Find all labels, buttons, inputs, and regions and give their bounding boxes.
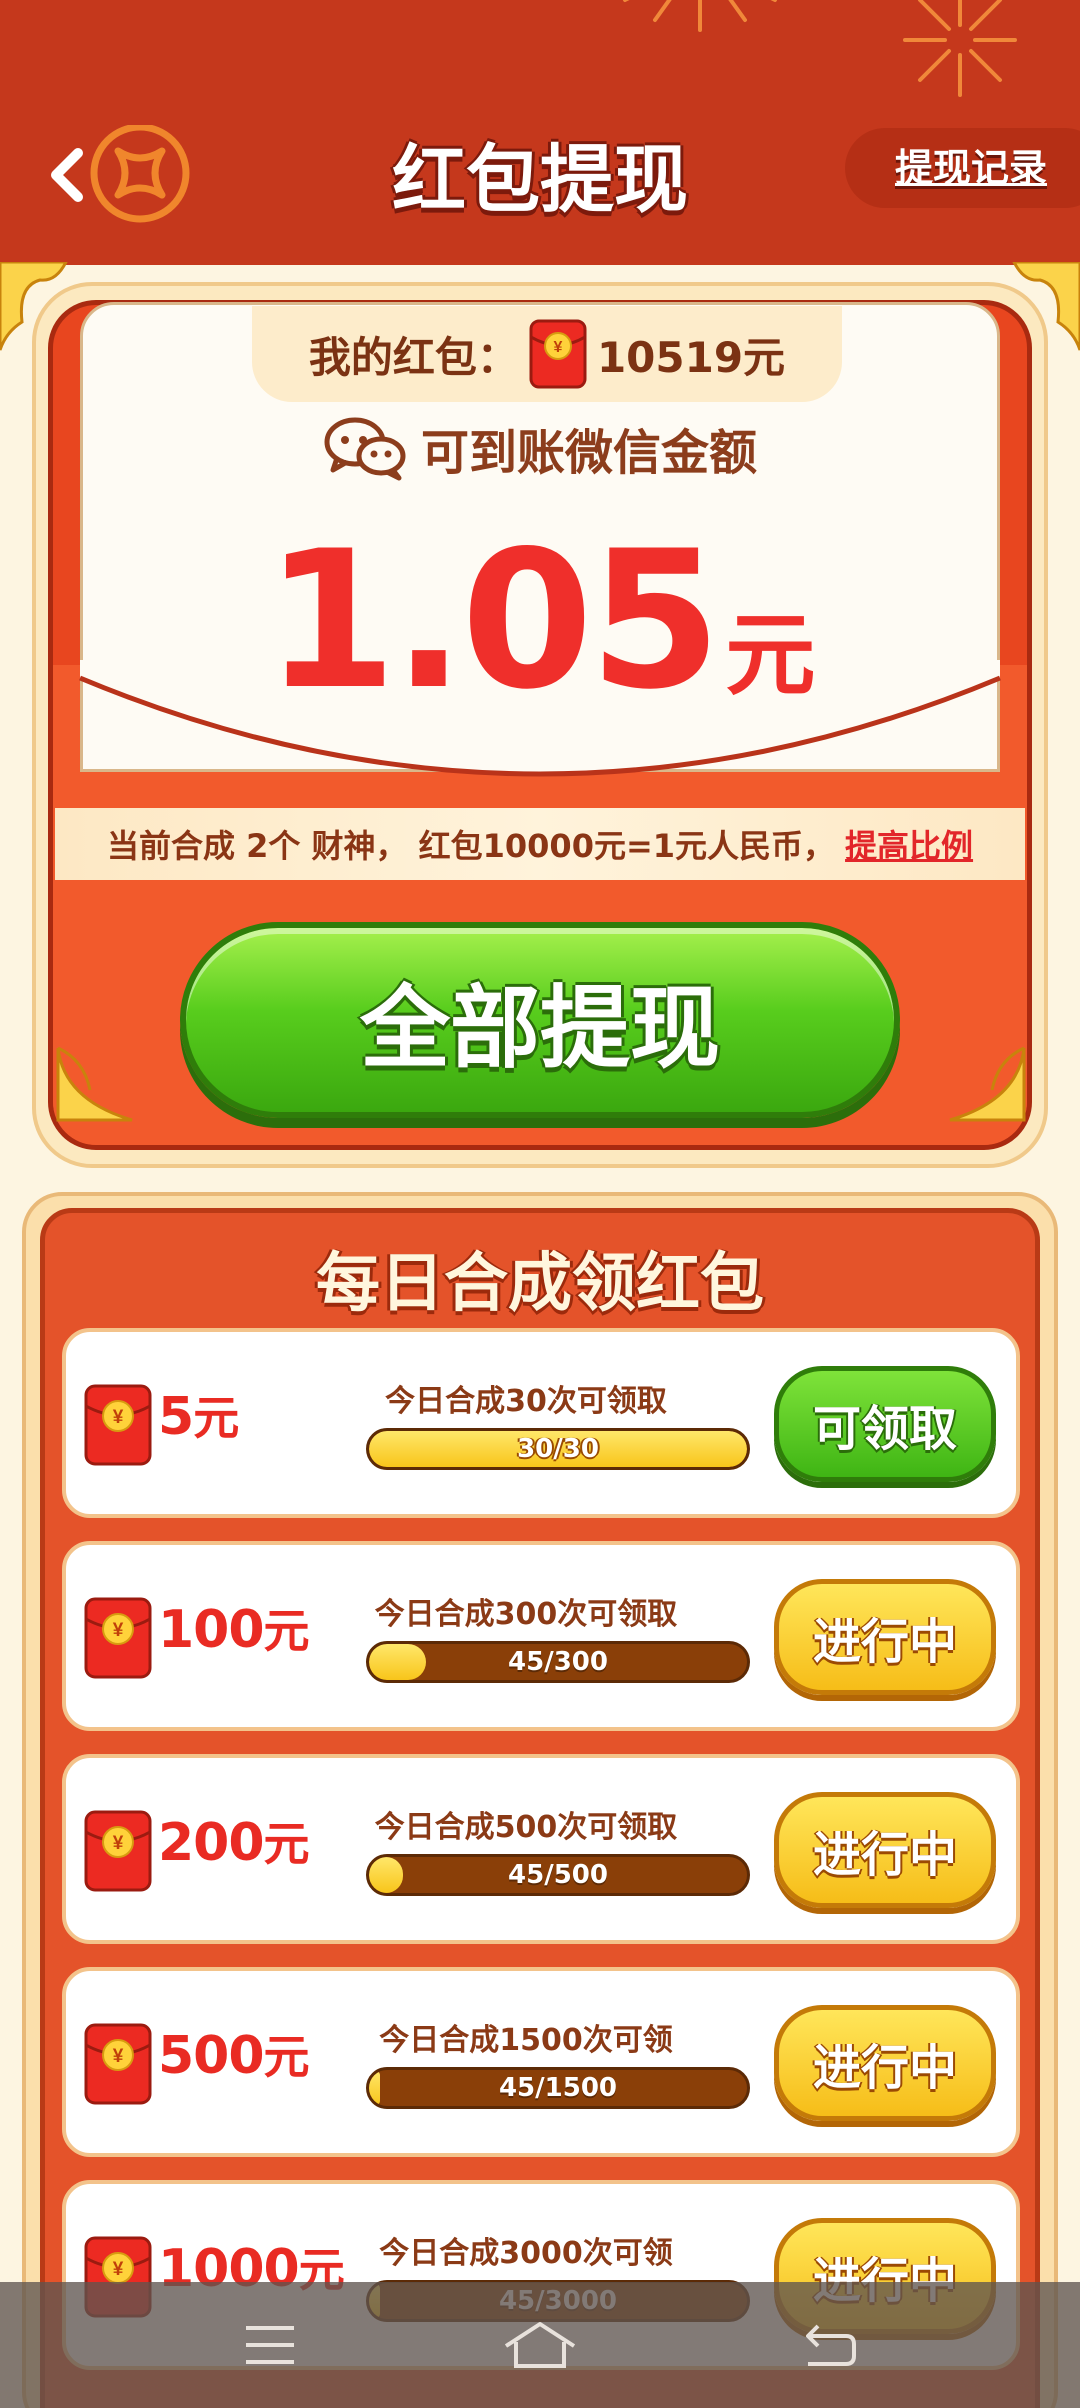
withdraw-all-button[interactable]: 全部提现	[180, 922, 900, 1118]
raise-ratio-link[interactable]: 提高比例	[845, 821, 973, 867]
red-envelope-icon: ¥	[529, 319, 587, 389]
svg-text:¥: ¥	[113, 2046, 124, 2067]
reward-unit: 元	[193, 1391, 239, 1445]
corner-ornament	[56, 1046, 133, 1122]
rate-text: 当前合成 2个 财神， 红包10000元=1元人民币，	[106, 827, 836, 865]
in-progress-button[interactable]: 进行中	[774, 1579, 996, 1695]
reward-amount: 200	[158, 1813, 265, 1873]
svg-text:¥: ¥	[113, 1407, 124, 1428]
svg-text:¥: ¥	[113, 1620, 124, 1641]
header: 红包提现 提现记录	[0, 0, 1080, 270]
wechat-label-text: 可到账微信金额	[420, 425, 757, 481]
progress-text: 30/30	[517, 1434, 599, 1464]
red-envelope-icon: ¥	[84, 1597, 152, 1679]
task-reward: 200元	[158, 1808, 310, 1874]
task-description: 今日合成30次可领取	[385, 1384, 667, 1419]
balance-pill: 我的红包： ¥ 10519元	[252, 306, 842, 402]
amount-unit: 元	[725, 603, 816, 708]
reward-amount: 500	[158, 2026, 265, 2086]
progress-text: 45/300	[508, 1647, 608, 1677]
wechat-amount: 1.05元	[0, 510, 1080, 731]
svg-text:¥: ¥	[553, 339, 562, 356]
back-icon[interactable]	[800, 2320, 860, 2370]
daily-section-title: 每日合成领红包	[316, 1247, 764, 1321]
balance-value: 10519元	[596, 332, 786, 382]
reward-unit: 元	[263, 2030, 310, 2084]
task-description: 今日合成300次可领取	[374, 1597, 678, 1632]
task-reward: 5元	[158, 1382, 239, 1448]
balance-label: 我的红包：	[308, 332, 519, 382]
wechat-amount-label: 可到账微信金额	[0, 408, 1080, 488]
menu-icon[interactable]	[240, 2320, 300, 2370]
svg-text:¥: ¥	[113, 1833, 124, 1854]
reward-amount: 100	[158, 1600, 265, 1660]
task-description: 今日合成500次可领取	[374, 1810, 678, 1845]
red-envelope-icon: ¥	[84, 1810, 152, 1892]
task-progress-bar: 45/300	[366, 1641, 750, 1683]
firework-decoration	[903, 0, 1017, 97]
task-row: ¥100元 今日合成300次可领取 45/300 进行中	[62, 1541, 1020, 1731]
rate-strip: 当前合成 2个 财神， 红包10000元=1元人民币， 提高比例	[55, 808, 1025, 880]
system-nav-bar	[0, 2282, 1080, 2408]
in-progress-button[interactable]: 进行中	[774, 2005, 996, 2121]
task-row: ¥200元 今日合成500次可领取 45/500 进行中	[62, 1754, 1020, 1944]
amount-value: 1.05	[264, 510, 722, 731]
corner-ornament	[949, 1046, 1026, 1122]
task-reward: 100元	[158, 1595, 310, 1661]
task-progress-bar: 45/1500	[366, 2067, 750, 2109]
red-envelope-icon: ¥	[84, 2023, 152, 2105]
home-icon[interactable]	[500, 2320, 580, 2370]
claim-button[interactable]: 可领取	[774, 1366, 996, 1482]
withdraw-record-button[interactable]: 提现记录	[845, 128, 1080, 208]
svg-text:¥: ¥	[113, 2259, 124, 2280]
reward-amount: 5	[158, 1387, 194, 1447]
corner-ornament	[0, 262, 68, 351]
reward-unit: 元	[263, 1604, 310, 1658]
progress-text: 45/500	[508, 1860, 608, 1890]
red-envelope-icon: ¥	[84, 1384, 152, 1466]
task-row: ¥500元今日合成1500次可领取45/1500进行中	[62, 1967, 1020, 2157]
task-progress-bar: 45/500	[366, 1854, 750, 1896]
wechat-icon	[324, 417, 406, 481]
reward-unit: 元	[263, 1817, 310, 1871]
progress-text: 45/1500	[498, 2073, 618, 2103]
corner-ornament	[1012, 262, 1080, 351]
task-row: ¥5元 今日合成30次可领取 30/30 可领取	[62, 1328, 1020, 1518]
firework-decoration	[623, 0, 777, 32]
in-progress-button[interactable]: 进行中	[774, 1792, 996, 1908]
task-progress-bar: 30/30	[366, 1428, 750, 1470]
task-reward: 500元	[158, 2021, 310, 2087]
